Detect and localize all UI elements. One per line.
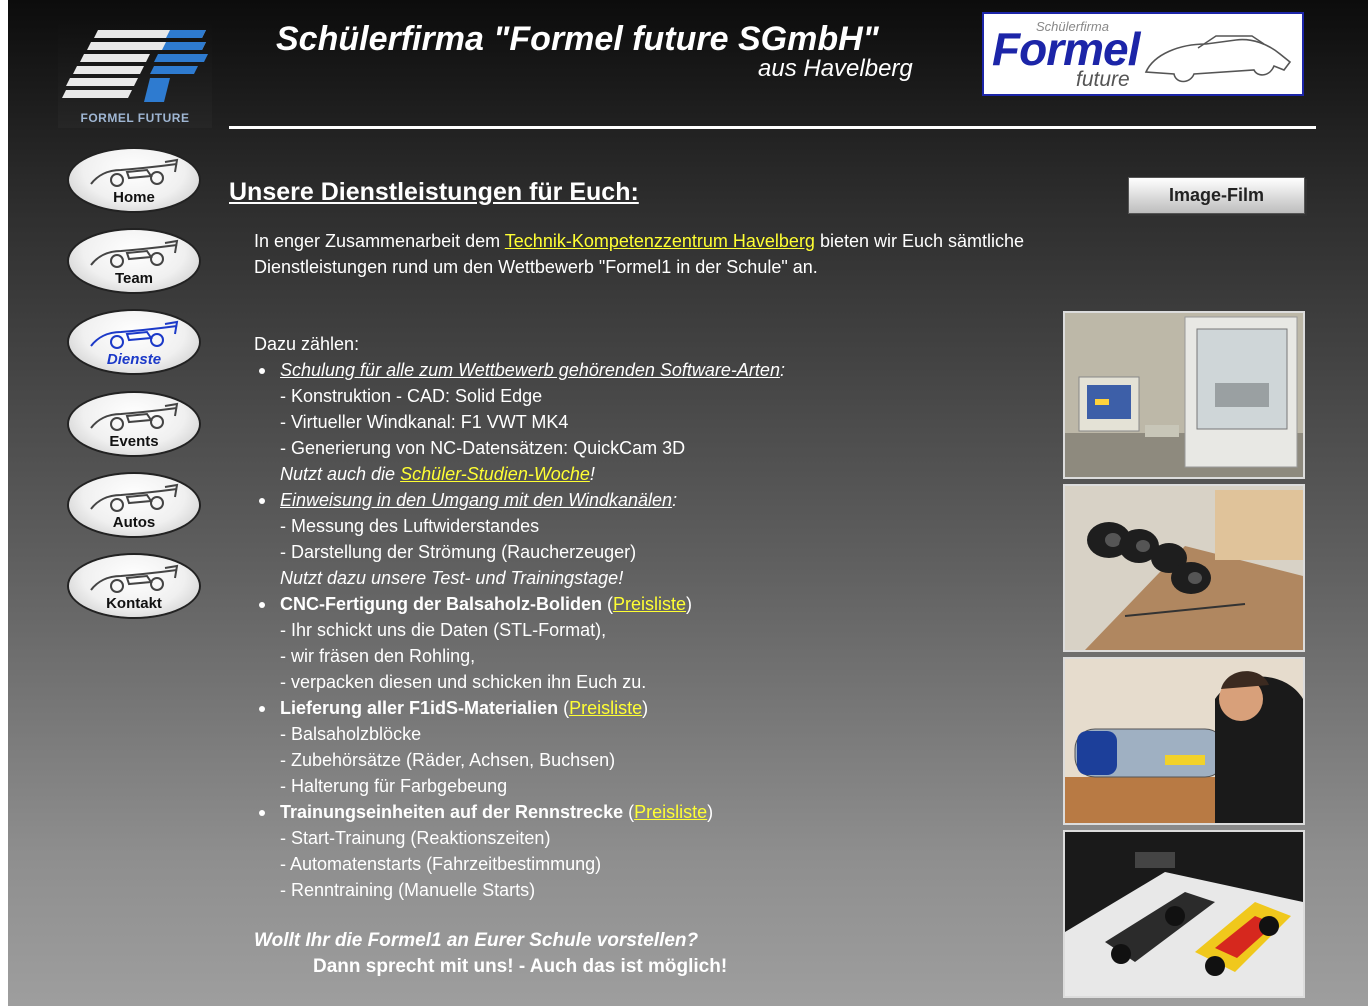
service-detail: - Balsaholzblöcke: [280, 724, 422, 744]
technik-kompetenzzentrum-link[interactable]: Technik-Kompetenzzentrum Havelberg: [505, 231, 815, 251]
formel-future-logo[interactable]: FORMEL FUTURE: [58, 22, 212, 128]
nav-label-dienste: Dienste: [106, 351, 162, 368]
nav-label-autos: Autos: [112, 514, 156, 531]
service-detail: - Konstruktion - CAD: Solid Edge: [280, 386, 543, 406]
service-note: Nutzt dazu unsere Test- und Trainingstag…: [280, 568, 624, 588]
service-detail: - Virtueller Windkanal: F1 VWT MK4: [280, 412, 569, 432]
race-car-icon: [90, 402, 179, 431]
service-suffix: :: [672, 490, 678, 510]
service-title: Lieferung aller F1idS-Materialien: [280, 698, 559, 718]
race-car-icon: [90, 564, 179, 593]
dazu-label: Dazu zählen:: [254, 334, 360, 354]
service-title: Trainungseinheiten auf der Rennstrecke: [280, 802, 624, 822]
note-before: Nutzt auch die: [280, 464, 401, 484]
service-detail: - Darstellung der Strömung (Raucherzeuge…: [280, 542, 637, 562]
service-detail: - wir fräsen den Rohling,: [280, 646, 476, 666]
nav-team[interactable]: Team: [69, 230, 199, 292]
service-title: Schulung für alle zum Wettbewerb gehören…: [280, 360, 780, 380]
service-item: Lieferung aller F1idS-Materialien (Preis…: [254, 695, 1054, 721]
service-detail: - Automatenstarts (Fahrzeitbestimmung): [280, 854, 602, 874]
service-detail: - Zubehörsätze (Räder, Achsen, Buchsen): [280, 750, 616, 770]
race-car-icon: [90, 483, 179, 512]
nav-label-kontakt: Kontakt: [106, 595, 162, 612]
nav-label-home: Home: [113, 189, 155, 206]
race-car-icon: [90, 239, 179, 268]
preisliste-link[interactable]: Preisliste: [613, 594, 686, 614]
nav-kontakt[interactable]: Kontakt: [69, 555, 199, 617]
page: FORMEL FUTURE Schülerfirma "Formel futur…: [8, 0, 1368, 1006]
nav-autos[interactable]: Autos: [69, 474, 199, 536]
intro-after: bieten wir Euch sämtliche: [814, 231, 1025, 251]
service-title: Einweisung in den Umgang mit den Windkan…: [280, 490, 673, 510]
schueler-studien-woche-link[interactable]: Schüler-Studien-Woche: [400, 464, 590, 484]
service-detail: - verpacken diesen und schicken ihn Euch…: [280, 672, 647, 692]
logo-caption: FORMEL FUTURE: [80, 111, 190, 125]
service-detail: - Generierung von NC-Datensätzen: QuickC…: [280, 438, 686, 458]
service-detail: - Start-Trainung (Reaktionszeiten): [280, 828, 551, 848]
race-car-icon: [90, 320, 179, 349]
header-divider: [229, 126, 1316, 129]
service-item: Schulung für alle zum Wettbewerb gehören…: [254, 357, 1054, 383]
banner-sub-text: future: [1076, 68, 1130, 91]
closing-question: Wollt Ihr die Formel1 an Eurer Schule vo…: [254, 930, 699, 951]
photo-wheels-parts: [1063, 484, 1305, 652]
service-detail: - Renntraining (Manuelle Starts): [280, 880, 536, 900]
photo-race-cars: [1063, 830, 1305, 998]
nav-label-team: Team: [114, 270, 154, 287]
nav-home[interactable]: Home: [69, 149, 199, 211]
preisliste-link[interactable]: Preisliste: [569, 698, 642, 718]
service-item: Einweisung in den Umgang mit den Windkan…: [254, 487, 1054, 513]
service-detail: - Ihr schickt uns die Daten (STL-Format)…: [280, 620, 607, 640]
services-list: Dazu zählen: Schulung für alle zum Wettb…: [254, 331, 1054, 903]
service-item: Trainungseinheiten auf der Rennstrecke (…: [254, 799, 1054, 825]
ff-logo-icon: [62, 30, 208, 102]
intro-text: In enger Zusammenarbeit dem Technik-Komp…: [254, 228, 1074, 280]
brand-banner: Schülerfirma Formel future: [982, 12, 1304, 96]
nav-events[interactable]: Events: [69, 393, 199, 455]
service-suffix: :: [779, 360, 785, 380]
site-title: Schülerfirma "Formel future SGmbH": [276, 20, 879, 58]
race-car-icon: [90, 158, 179, 187]
closing-answer: Dann sprecht mit uns! - Auch das ist mög…: [313, 956, 728, 977]
site-subtitle: aus Havelberg: [758, 55, 913, 82]
intro-before: In enger Zusammenarbeit dem: [254, 231, 505, 251]
service-detail: - Halterung für Farbgebeung: [280, 776, 508, 796]
section-heading: Unsere Dienstleistungen für Euch:: [229, 178, 639, 206]
photo-cnc-machine: [1063, 311, 1305, 479]
service-item: CNC-Fertigung der Balsaholz-Boliden (Pre…: [254, 591, 1054, 617]
nav-dienste[interactable]: Dienste: [69, 311, 199, 373]
service-note: Nutzt auch die Schüler-Studien-Woche!: [254, 461, 1054, 487]
service-detail: - Messung des Luftwiderstandes: [280, 516, 540, 536]
nav-label-events: Events: [109, 433, 159, 450]
closing-text: Wollt Ihr die Formel1 an Eurer Schule vo…: [254, 928, 727, 980]
note-after: !: [589, 464, 595, 484]
service-title: CNC-Fertigung der Balsaholz-Boliden: [280, 594, 603, 614]
image-film-button[interactable]: Image-Film: [1128, 177, 1305, 214]
intro-line2: Dienstleistungen rund um den Wettbewerb …: [254, 257, 818, 277]
preisliste-link[interactable]: Preisliste: [634, 802, 707, 822]
photo-wind-tunnel: [1063, 657, 1305, 825]
